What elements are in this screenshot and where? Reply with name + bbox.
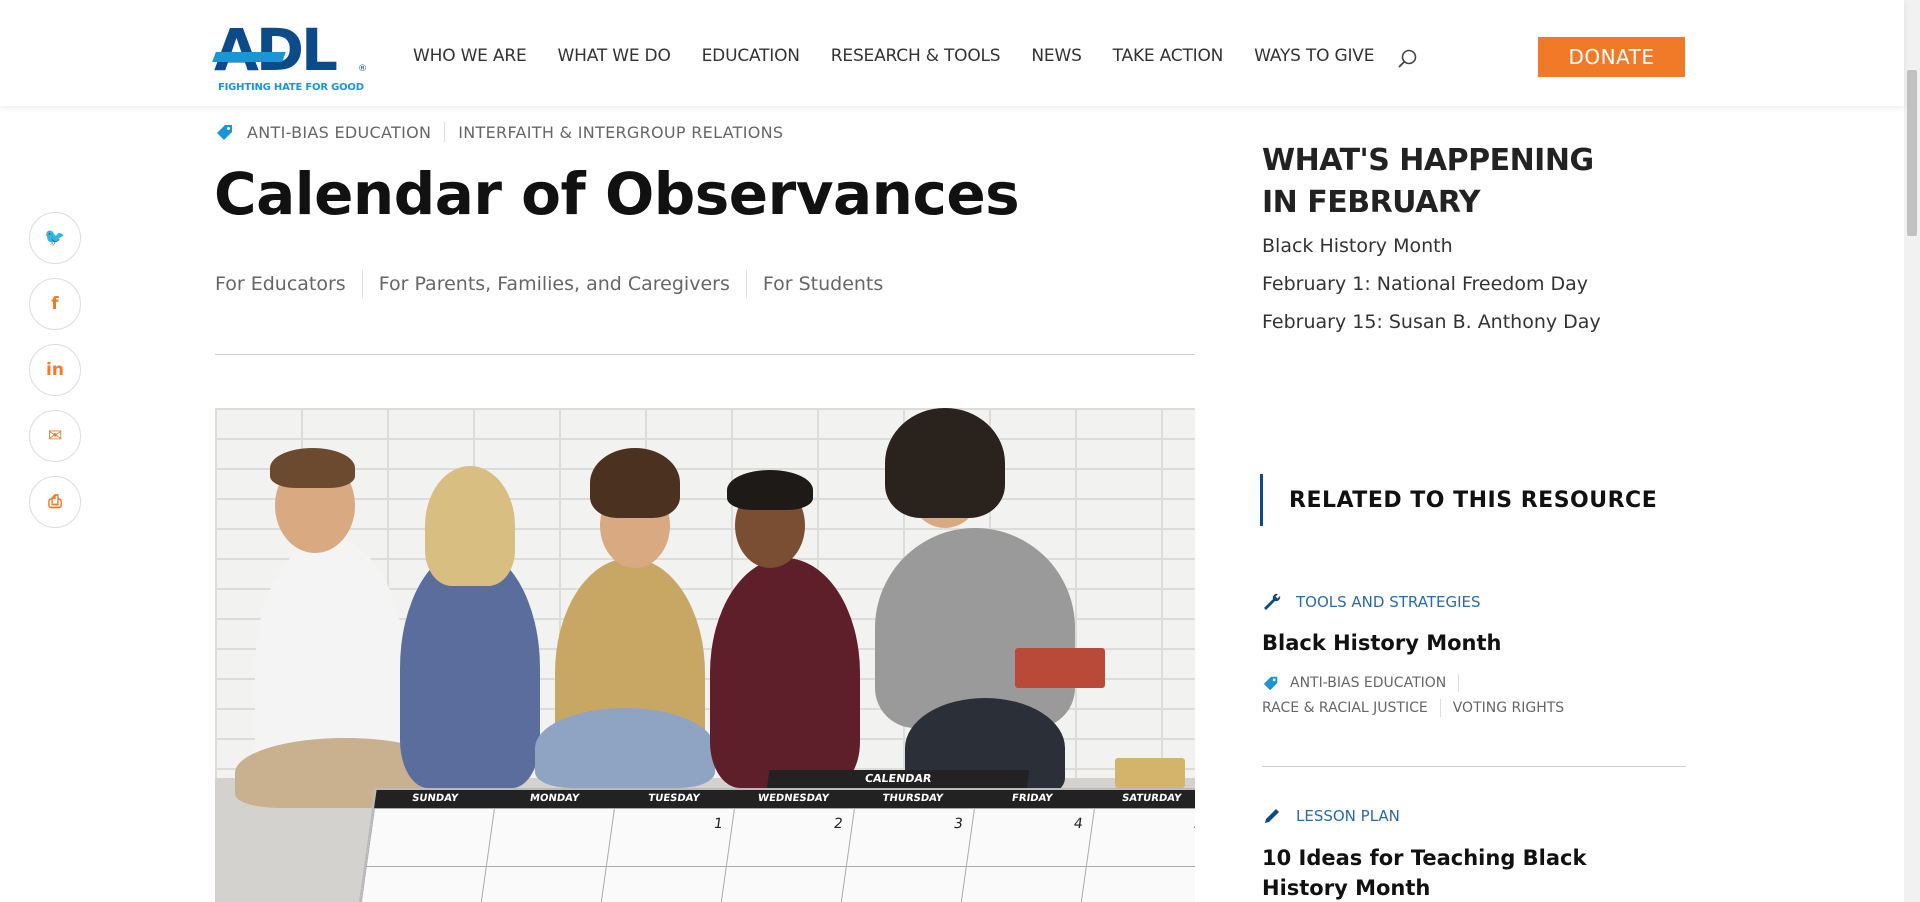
calendar-day: THURSDAY (881, 793, 944, 804)
nav-news[interactable]: NEWS (1031, 46, 1081, 66)
audience-links: For Educators For Parents, Families, and… (215, 270, 883, 298)
donate-button[interactable]: DONATE (1538, 37, 1685, 77)
scrollbar-thumb[interactable] (1907, 70, 1917, 236)
card-tag[interactable]: ANTI-BIAS EDUCATION (1290, 675, 1446, 691)
books-stack-right (1115, 758, 1185, 788)
main-nav: WHO WE ARE WHAT WE DO EDUCATION RESEARCH… (413, 46, 1405, 66)
card-tag[interactable]: RACE & RACIAL JUSTICE (1262, 700, 1428, 716)
divider (215, 354, 1195, 355)
site-header: ADL ® FIGHTING HATE FOR GOOD WHO WE ARE … (0, 0, 1904, 106)
calendar-day: MONDAY (529, 793, 580, 804)
calendar-day: FRIDAY (1011, 793, 1054, 804)
page: ADL ® FIGHTING HATE FOR GOOD WHO WE ARE … (0, 0, 1920, 902)
event-item: Black History Month (1262, 235, 1453, 257)
tag-anti-bias-education[interactable]: ANTI-BIAS EDUCATION (247, 123, 431, 142)
person-3-legs (535, 708, 715, 788)
nav-what-we-do[interactable]: WHAT WE DO (558, 46, 671, 66)
card-category: LESSON PLAN (1262, 806, 1400, 826)
person-5-hair (885, 408, 1005, 518)
social-share-rail: 🐦 f in ✉ ⎙ (29, 212, 81, 542)
logo-tagline: FIGHTING HATE FOR GOOD (218, 82, 364, 93)
logo-wordmark: ADL (214, 16, 338, 84)
nav-take-action[interactable]: TAKE ACTION (1113, 46, 1224, 66)
tag-icon (1263, 676, 1278, 691)
logo-registered-mark: ® (358, 64, 367, 74)
calendar-days-row: SUNDAY MONDAY TUESDAY WEDNESDAY THURSDAY… (374, 790, 1195, 808)
card-tags: ANTI-BIAS EDUCATION (1262, 674, 1471, 692)
calendar-day: SUNDAY (411, 793, 459, 804)
email-icon[interactable]: ✉ (29, 410, 81, 462)
twitter-icon[interactable]: 🐦 (29, 212, 81, 264)
tag-divider (444, 122, 446, 142)
nav-research-tools[interactable]: RESEARCH & TOOLS (831, 46, 1001, 66)
card-category-label[interactable]: LESSON PLAN (1296, 807, 1400, 825)
calendar-day: WEDNESDAY (757, 793, 830, 804)
page-title: Calendar of Observances (214, 160, 1020, 228)
facebook-icon[interactable]: f (29, 278, 81, 330)
related-title: RELATED TO THIS RESOURCE (1289, 488, 1658, 513)
scrollbar[interactable] (1904, 0, 1920, 902)
audience-educators[interactable]: For Educators (215, 273, 346, 295)
logo-accent-bar (212, 52, 286, 62)
event-item: February 1: National Freedom Day (1262, 273, 1589, 295)
sidebar-title: WHAT'S HAPPENING IN FEBRUARY (1262, 143, 1594, 220)
calendar-grid (356, 808, 1195, 902)
event-item: February 15: Susan B. Anthony Day (1262, 311, 1601, 333)
person-4-hair (727, 470, 813, 510)
nav-who-we-are[interactable]: WHO WE ARE (413, 46, 527, 66)
person-4 (710, 558, 860, 788)
card-title-black-history-month[interactable]: Black History Month (1262, 628, 1662, 658)
tag-divider (1458, 674, 1460, 692)
search-icon[interactable] (1397, 48, 1419, 70)
calendar-day: SATURDAY (1121, 793, 1182, 804)
tag-divider (1439, 699, 1441, 717)
books-stack (1015, 648, 1105, 688)
tag-interfaith-relations[interactable]: INTERFAITH & INTERGROUP RELATIONS (458, 123, 783, 142)
person-3-hair (590, 448, 680, 518)
nav-education[interactable]: EDUCATION (702, 46, 800, 66)
nav-ways-to-give[interactable]: WAYS TO GIVE (1254, 46, 1374, 66)
person-1-hair (270, 448, 355, 488)
card-tags-line-2: RACE & RACIAL JUSTICE VOTING RIGHTS (1262, 699, 1564, 717)
pencil-icon (1265, 809, 1279, 823)
card-title-10-ideas[interactable]: 10 Ideas for Teaching Black History Mont… (1262, 843, 1662, 902)
adl-logo[interactable]: ADL ® FIGHTING HATE FOR GOOD (212, 16, 368, 96)
print-icon[interactable]: ⎙ (29, 476, 81, 528)
card-category: TOOLS AND STRATEGIES (1262, 592, 1481, 612)
linkedin-icon[interactable]: in (29, 344, 81, 396)
related-section-header: RELATED TO THIS RESOURCE (1260, 474, 1686, 526)
person-2-hair (425, 466, 515, 586)
audience-divider (745, 270, 747, 298)
audience-divider (361, 270, 363, 298)
audience-students[interactable]: For Students (763, 273, 883, 295)
card-tag[interactable]: VOTING RIGHTS (1453, 700, 1564, 716)
tag-icon (217, 125, 232, 140)
wrench-icon (1264, 593, 1281, 610)
audience-parents[interactable]: For Parents, Families, and Caregivers (379, 273, 730, 295)
floor-calendar: CALENDAR SUNDAY MONDAY TUESDAY WEDNESDAY… (355, 770, 1195, 902)
divider (1262, 766, 1686, 767)
card-category-label[interactable]: TOOLS AND STRATEGIES (1296, 593, 1481, 611)
hero-image: CALENDAR SUNDAY MONDAY TUESDAY WEDNESDAY… (215, 408, 1195, 902)
calendar-day: TUESDAY (647, 793, 701, 804)
calendar-title: CALENDAR (766, 770, 1030, 788)
topic-tags: ANTI-BIAS EDUCATION INTERFAITH & INTERGR… (215, 122, 783, 142)
